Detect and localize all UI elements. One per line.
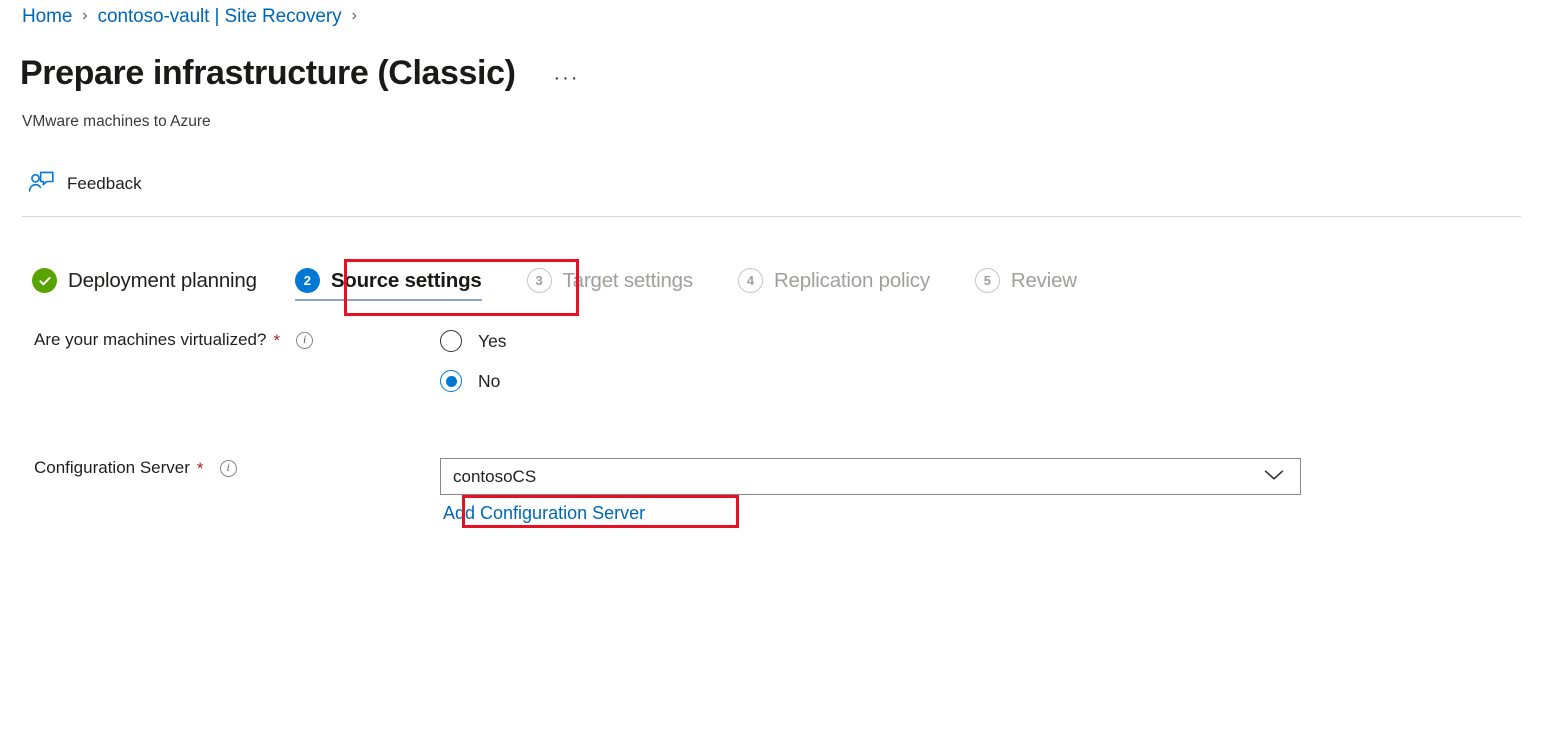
feedback-button-label: Feedback <box>67 173 142 193</box>
configuration-server-dropdown[interactable]: contosoCS <box>440 458 1301 495</box>
field-label: Are your machines virtualized? * i <box>0 330 440 350</box>
page-header: Prepare infrastructure (Classic) ··· <box>20 53 584 94</box>
active-step-underline <box>294 299 482 301</box>
field-label: Configuration Server * i <box>0 458 440 478</box>
wizard-step-list: Deployment planning 2 Source settings 3 … <box>32 264 1077 303</box>
breadcrumb-separator-icon: › <box>351 6 357 24</box>
field-label-text: Configuration Server <box>34 458 190 477</box>
page-title: Prepare infrastructure (Classic) <box>20 54 516 92</box>
radio-option-no[interactable]: No <box>440 370 507 392</box>
radio-option-label: No <box>478 370 501 391</box>
step-complete-check-icon <box>32 268 57 293</box>
wizard-step-label: Review <box>1010 268 1077 292</box>
wizard-step-replication-policy[interactable]: 4 Replication policy <box>737 264 930 303</box>
wizard-step-target-settings[interactable]: 3 Target settings <box>526 264 694 303</box>
required-marker: * <box>196 458 204 478</box>
breadcrumb: Home › contoso-vault | Site Recovery › <box>22 7 367 26</box>
breadcrumb-item-contoso-vault[interactable]: contoso-vault | Site Recovery <box>98 7 342 26</box>
more-options-icon[interactable]: ··· <box>550 66 584 90</box>
page-subtitle: VMware machines to Azure <box>22 113 211 130</box>
chevron-down-icon <box>1264 468 1284 486</box>
radio-circle-icon <box>440 330 462 352</box>
add-configuration-server-link[interactable]: Add Configuration Server <box>443 503 645 524</box>
step-number-badge: 3 <box>526 268 552 293</box>
feedback-button[interactable]: Feedback <box>22 166 148 201</box>
wizard-step-label: Deployment planning <box>68 268 257 292</box>
required-marker: * <box>273 330 281 350</box>
configuration-server-value: contosoCS <box>453 466 537 486</box>
field-are-machines-virtualized: Are your machines virtualized? * i Yes N… <box>0 330 1543 392</box>
wizard-step-review[interactable]: 5 Review <box>974 264 1077 303</box>
info-icon[interactable]: i <box>219 459 237 477</box>
breadcrumb-item-home[interactable]: Home <box>22 7 72 26</box>
field-control: contosoCS Add Configuration Server <box>440 458 1301 524</box>
virtualized-radio-group: Yes No <box>440 330 507 392</box>
field-configuration-server: Configuration Server * i contosoCS Add C… <box>0 458 1543 524</box>
wizard-step-label: Replication policy <box>773 268 930 292</box>
radio-option-yes[interactable]: Yes <box>440 330 507 352</box>
wizard-step-deployment-planning[interactable]: Deployment planning <box>32 264 257 303</box>
field-control: Yes No <box>440 330 507 392</box>
step-number-badge: 5 <box>974 268 1000 293</box>
feedback-person-comment-icon <box>28 170 55 197</box>
breadcrumb-separator-icon: › <box>82 6 88 24</box>
field-label-text: Are your machines virtualized? <box>34 330 267 349</box>
wizard-step-source-settings[interactable]: 2 Source settings <box>294 264 482 303</box>
info-icon[interactable]: i <box>296 331 314 349</box>
wizard-step-label: Source settings <box>330 268 482 292</box>
wizard-step-label: Target settings <box>562 268 694 292</box>
radio-circle-selected-icon <box>440 370 462 392</box>
step-number-badge: 4 <box>737 268 763 293</box>
command-bar: Feedback <box>22 166 148 201</box>
radio-option-label: Yes <box>478 330 507 351</box>
command-bar-divider <box>22 216 1521 217</box>
step-number-badge: 2 <box>294 268 320 293</box>
